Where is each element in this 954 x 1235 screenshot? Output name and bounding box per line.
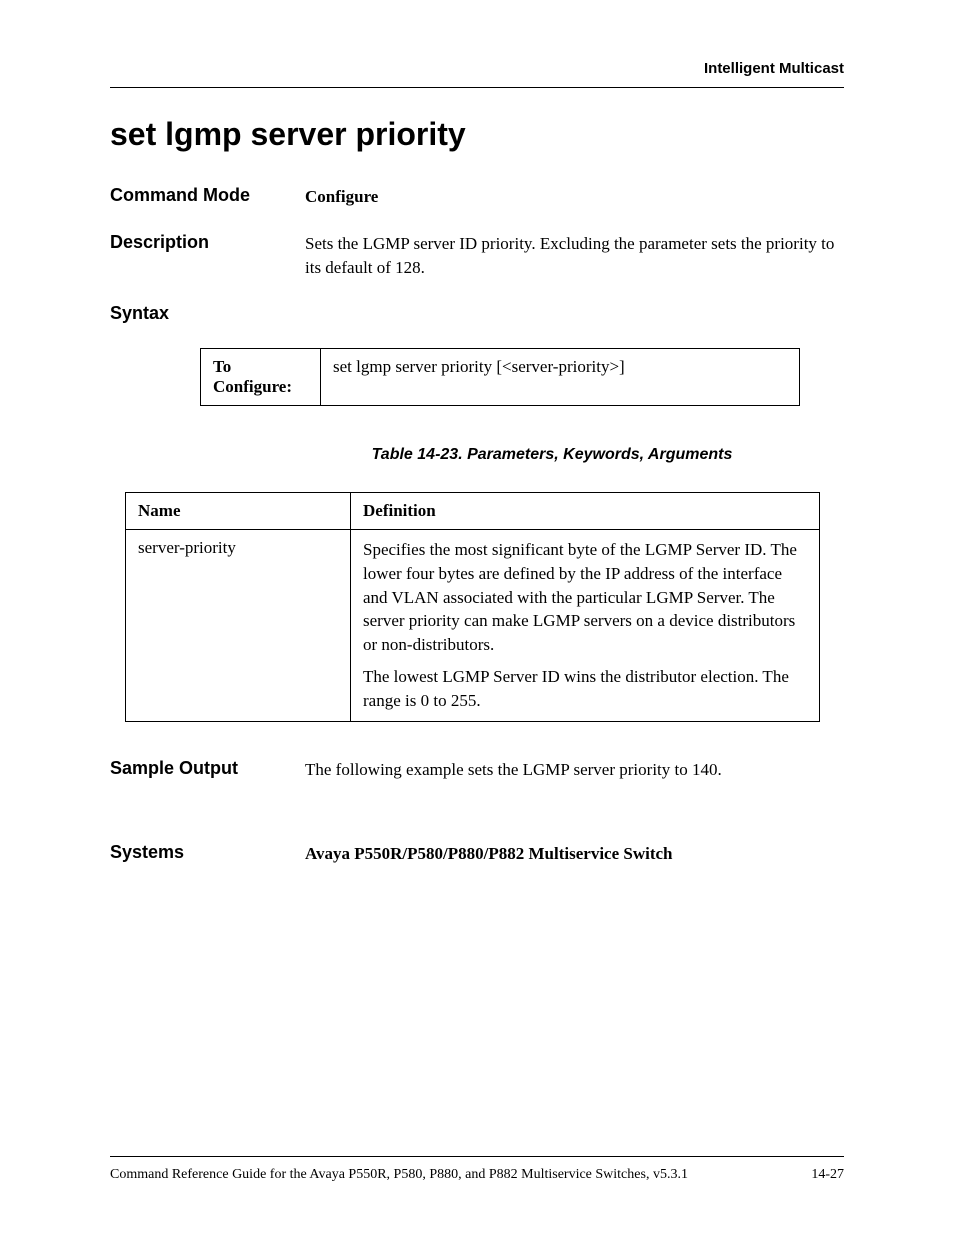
syntax-row-value: set lgmp server priority [<server-priori… <box>321 348 800 405</box>
table-header-row: Name Definition <box>126 492 820 529</box>
param-def-para2: The lowest LGMP Server ID wins the distr… <box>363 665 807 713</box>
param-name-cell: server-priority <box>126 529 351 721</box>
command-mode-row: Command Mode Configure <box>110 185 844 210</box>
systems-row: Systems Avaya P550R/P580/P880/P882 Multi… <box>110 842 844 867</box>
table-row: server-priority Specifies the most signi… <box>126 529 820 721</box>
params-header-name: Name <box>126 492 351 529</box>
systems-label: Systems <box>110 842 305 863</box>
sample-output-label: Sample Output <box>110 758 305 779</box>
params-table: Name Definition server-priority Specifie… <box>125 492 820 722</box>
header-section-title: Intelligent Multicast <box>110 60 844 88</box>
page-title: set lgmp server priority <box>110 116 844 153</box>
param-def-para1: Specifies the most significant byte of t… <box>363 538 807 657</box>
command-mode-label: Command Mode <box>110 185 305 206</box>
page-footer: Command Reference Guide for the Avaya P5… <box>110 1156 844 1183</box>
command-mode-value: Configure <box>305 185 844 210</box>
systems-value: Avaya P550R/P580/P880/P882 Multiservice … <box>305 842 844 867</box>
description-label: Description <box>110 232 305 253</box>
description-value: Sets the LGMP server ID priority. Exclud… <box>305 232 844 281</box>
sample-output-value: The following example sets the LGMP serv… <box>305 758 844 783</box>
table-row: To Configure: set lgmp server priority [… <box>201 348 800 405</box>
params-header-definition: Definition <box>351 492 820 529</box>
syntax-row-label: To Configure: <box>201 348 321 405</box>
sample-output-row: Sample Output The following example sets… <box>110 758 844 783</box>
footer-guide-title: Command Reference Guide for the Avaya P5… <box>110 1167 688 1183</box>
syntax-table: To Configure: set lgmp server priority [… <box>200 348 800 406</box>
params-table-caption: Table 14-23. Parameters, Keywords, Argum… <box>260 446 844 464</box>
param-definition-cell: Specifies the most significant byte of t… <box>351 529 820 721</box>
description-row: Description Sets the LGMP server ID prio… <box>110 232 844 281</box>
syntax-label: Syntax <box>110 303 844 324</box>
footer-page-number: 14-27 <box>811 1167 844 1183</box>
